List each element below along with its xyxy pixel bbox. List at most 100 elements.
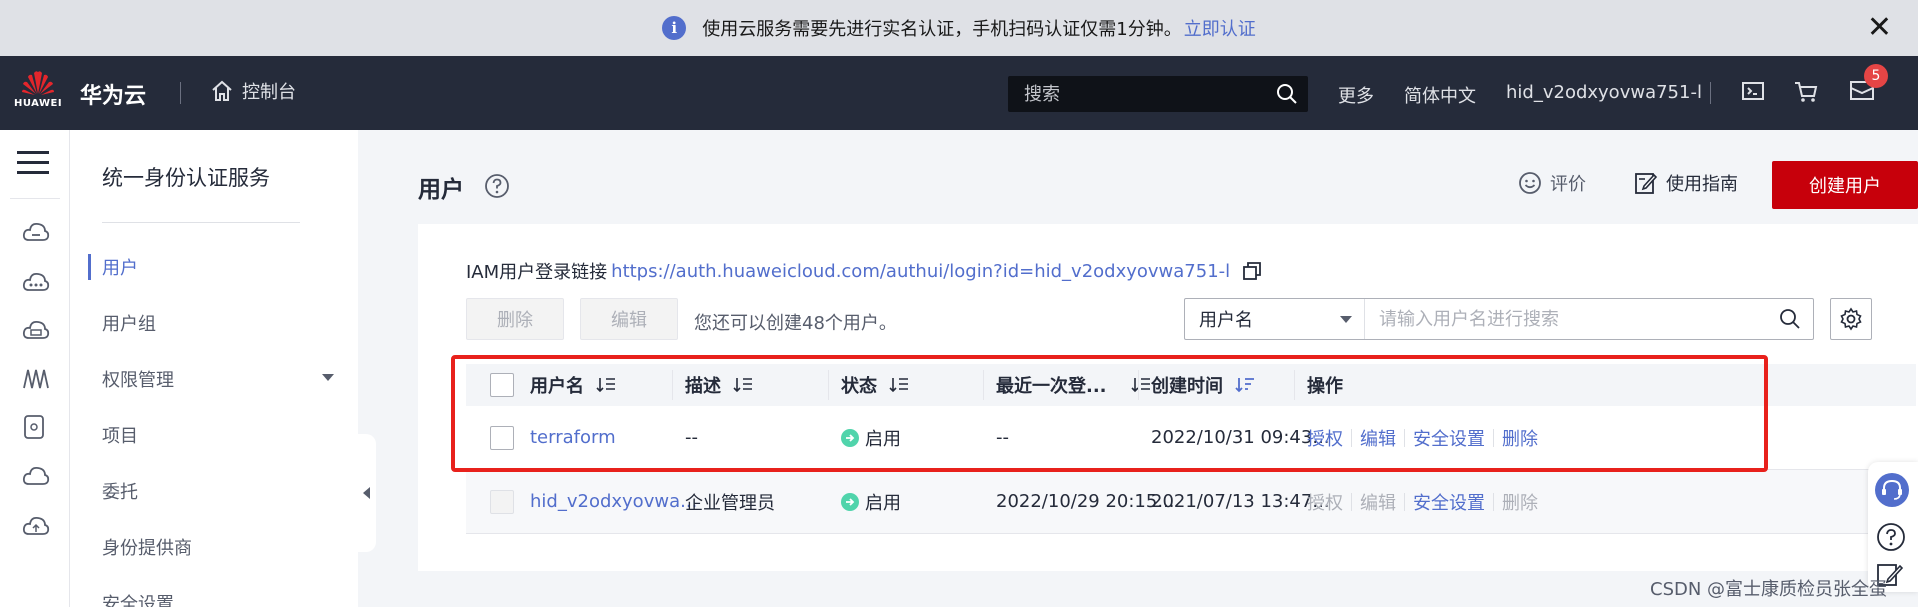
waveform-icon[interactable] <box>22 366 50 390</box>
column-label: 用户名 <box>530 376 584 397</box>
chevron-down-icon <box>1340 316 1352 323</box>
terminal-icon[interactable] <box>1742 80 1764 102</box>
delete-link[interactable]: 删除 <box>1502 425 1538 451</box>
home-icon <box>212 80 232 101</box>
sidebar-divider <box>102 222 300 223</box>
message-button[interactable]: 5 <box>1850 64 1888 106</box>
verify-now-link[interactable]: 立即认证 <box>1184 15 1256 41</box>
sort-icon[interactable] <box>889 377 909 393</box>
sort-desc-icon[interactable] <box>1235 377 1255 393</box>
cloud-icon[interactable] <box>22 464 50 488</box>
search-icon[interactable] <box>1276 83 1298 105</box>
message-count-badge: 5 <box>1864 64 1888 88</box>
login-link-label: IAM用户登录链接 <box>466 262 608 283</box>
delete-button[interactable]: 删除 <box>466 298 564 340</box>
authorize-link: 授权 <box>1307 492 1343 514</box>
created-time-cell: 2022/10/31 09:43... <box>1151 427 1330 448</box>
filter-field-select[interactable]: 用户名 <box>1185 299 1365 339</box>
edit-link[interactable]: 编辑 <box>1360 425 1396 451</box>
chevron-down-icon[interactable] <box>322 374 334 381</box>
sidebar-item-user-groups[interactable]: 用户组 <box>102 310 156 336</box>
cloud-database-icon[interactable] <box>22 318 50 342</box>
customer-service-icon[interactable] <box>1874 472 1910 508</box>
more-menu[interactable]: 更多 <box>1338 82 1374 108</box>
table-settings-button[interactable] <box>1830 298 1872 340</box>
column-divider <box>1138 370 1139 400</box>
sidebar-item-agencies[interactable]: 委托 <box>102 478 138 504</box>
notice-bar: i 使用云服务需要先进行实名认证，手机扫码认证仅需1分钟。 立即认证 ✕ <box>0 0 1918 56</box>
cloud-upload-icon[interactable] <box>22 514 50 538</box>
row-checkbox <box>490 489 514 514</box>
column-label: 状态 <box>841 376 877 397</box>
login-link-row: IAM用户登录链接 https://auth.huaweicloud.com/a… <box>466 258 1262 284</box>
column-last-login[interactable]: 最近一次登... <box>996 364 1151 406</box>
column-description[interactable]: 描述 <box>685 364 753 406</box>
notice-text: 使用云服务需要先进行实名认证，手机扫码认证仅需1分钟。 <box>702 19 1182 40</box>
user-guide-button[interactable]: 使用指南 <box>1634 170 1738 196</box>
users-card: IAM用户登录链接 https://auth.huaweicloud.com/a… <box>418 224 1918 571</box>
sort-icon[interactable] <box>1130 377 1151 393</box>
rate-label: 评价 <box>1550 174 1586 195</box>
service-rail <box>0 130 70 607</box>
account-menu[interactable]: hid_v2odxyovwa751-l <box>1506 82 1702 103</box>
cloud-server-icon[interactable] <box>22 220 50 244</box>
status-cell: 启用 <box>841 406 901 469</box>
status-enabled-icon <box>841 428 859 447</box>
rate-button[interactable]: 评价 <box>1518 170 1586 196</box>
sort-icon[interactable] <box>733 377 753 393</box>
logo-wordmark: HUAWEI <box>14 98 63 109</box>
sidebar-item-security-settings[interactable]: 安全设置 <box>102 590 174 607</box>
search-icon[interactable] <box>1779 308 1801 330</box>
username-link[interactable]: hid_v2odxyovwa... <box>530 470 697 533</box>
select-all-checkbox[interactable] <box>490 373 514 397</box>
row-checkbox[interactable] <box>490 425 514 450</box>
active-indicator <box>88 254 91 280</box>
sidebar-item-permissions[interactable]: 权限管理 <box>102 366 174 392</box>
table-row: hid_v2odxyovwa... 企业管理员 启用 2022/10/29 20… <box>466 470 1916 534</box>
user-search-input[interactable] <box>1365 308 1779 330</box>
status-enabled-icon <box>841 492 859 511</box>
status-cell: 启用 <box>841 470 901 533</box>
sort-icon[interactable] <box>596 377 616 393</box>
guide-edit-icon <box>1635 173 1658 194</box>
last-login-cell: -- <box>996 427 1009 448</box>
help-icon[interactable] <box>484 173 510 199</box>
sidebar-item-users[interactable]: 用户 <box>102 254 138 280</box>
column-label: 最近一次登... <box>996 376 1107 397</box>
sidebar-item-identity-providers[interactable]: 身份提供商 <box>102 534 192 560</box>
floating-help-panel <box>1868 462 1918 592</box>
global-search[interactable] <box>1008 76 1308 112</box>
cloud-more-icon[interactable] <box>22 270 50 294</box>
sidebar-collapse-toggle[interactable] <box>356 434 376 552</box>
authorize-link[interactable]: 授权 <box>1307 425 1343 451</box>
login-url-link[interactable]: https://auth.huaweicloud.com/authui/logi… <box>611 261 1230 282</box>
security-settings-link[interactable]: 安全设置 <box>1413 489 1485 515</box>
global-search-input[interactable] <box>1024 83 1264 105</box>
menu-icon[interactable] <box>17 150 49 176</box>
sidebar-item-projects[interactable]: 项目 <box>102 422 138 448</box>
cart-icon[interactable] <box>1794 80 1818 104</box>
help-icon[interactable] <box>1876 522 1906 552</box>
iam-sidebar: 统一身份认证服务 用户 用户组 权限管理 项目 委托 身份提供商 安全设置 <box>70 130 358 607</box>
huawei-flower-icon <box>22 71 54 95</box>
copy-icon[interactable] <box>1242 261 1262 281</box>
table-header: 用户名 描述 状态 最近一次登... 创建时间 操作 <box>466 364 1916 406</box>
close-icon[interactable]: ✕ <box>1867 10 1892 46</box>
huawei-logo[interactable]: HUAWEI <box>14 70 62 116</box>
op-divider <box>1351 492 1352 511</box>
column-status[interactable]: 状态 <box>841 364 909 406</box>
smiley-icon <box>1519 172 1541 194</box>
header-divider <box>1710 82 1711 104</box>
delete-link: 删除 <box>1502 492 1538 514</box>
username-link[interactable]: terraform <box>530 406 616 469</box>
brand-name[interactable]: 华为云 <box>80 78 146 110</box>
chevron-left-icon <box>362 487 370 499</box>
security-settings-link[interactable]: 安全设置 <box>1413 425 1485 451</box>
column-created[interactable]: 创建时间 <box>1151 364 1255 406</box>
language-switch[interactable]: 简体中文 <box>1404 82 1476 108</box>
console-link[interactable]: 控制台 <box>210 78 296 104</box>
column-username[interactable]: 用户名 <box>530 364 616 406</box>
create-user-button[interactable]: 创建用户 <box>1772 161 1918 209</box>
edit-button[interactable]: 编辑 <box>580 298 678 340</box>
storage-icon[interactable] <box>22 414 46 440</box>
